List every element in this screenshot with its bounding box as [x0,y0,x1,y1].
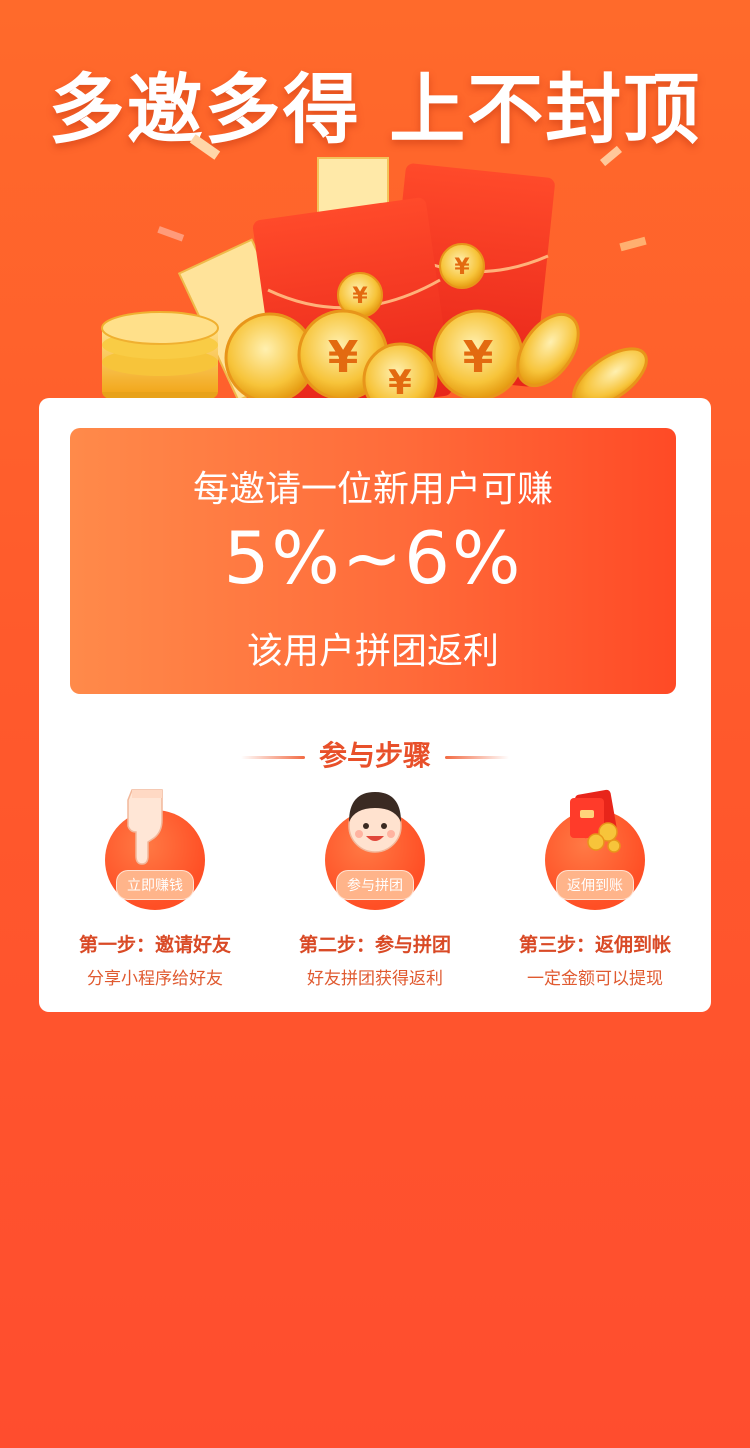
invite-info-card: 每邀请一位新用户可赚 5%~6% 该用户拼团返利 参与步骤 立即赚钱 第一步：邀… [39,398,711,1012]
step-3-desc: 一定金额可以提现 [527,969,663,989]
step-3-title: 第三步：返佣到帐 [518,934,671,956]
red-envelope-coins-illustration: ¥ ¥ ¥ ¥ ¥ [101,134,648,419]
boy-face-icon [348,792,402,853]
reward-line-1: 每邀请一位新用户可赚 [192,469,553,510]
step-1-title: 第一步：邀请好友 [78,934,231,956]
red-envelope-coins-icon [570,789,621,853]
svg-text:¥: ¥ [388,363,412,403]
svg-text:¥: ¥ [352,284,368,309]
step-2-badge[interactable]: 参与拼团 [336,870,414,900]
pointing-hand-icon [127,789,163,865]
reward-rate: 5%~6% [223,516,523,600]
steps-title: 参与步骤 [39,734,711,774]
svg-text:¥: ¥ [463,332,494,383]
step-1-desc: 分享小程序给好友 [87,969,223,989]
step-1-badge[interactable]: 立即赚钱 [116,870,194,900]
steps-title-text: 参与步骤 [318,739,431,772]
title-divider-left [240,755,305,759]
step-2-desc: 好友拼团获得返利 [307,969,443,989]
svg-text:¥: ¥ [454,255,470,280]
step-3-badge[interactable]: 返佣到账 [556,870,634,900]
reward-line-3: 该用户拼团返利 [246,631,499,672]
svg-text:¥: ¥ [328,332,359,383]
title-divider-right [445,755,509,759]
step-2-title: 第二步：参与拼团 [298,934,451,956]
reward-banner: 每邀请一位新用户可赚 5%~6% 该用户拼团返利 [70,428,676,694]
